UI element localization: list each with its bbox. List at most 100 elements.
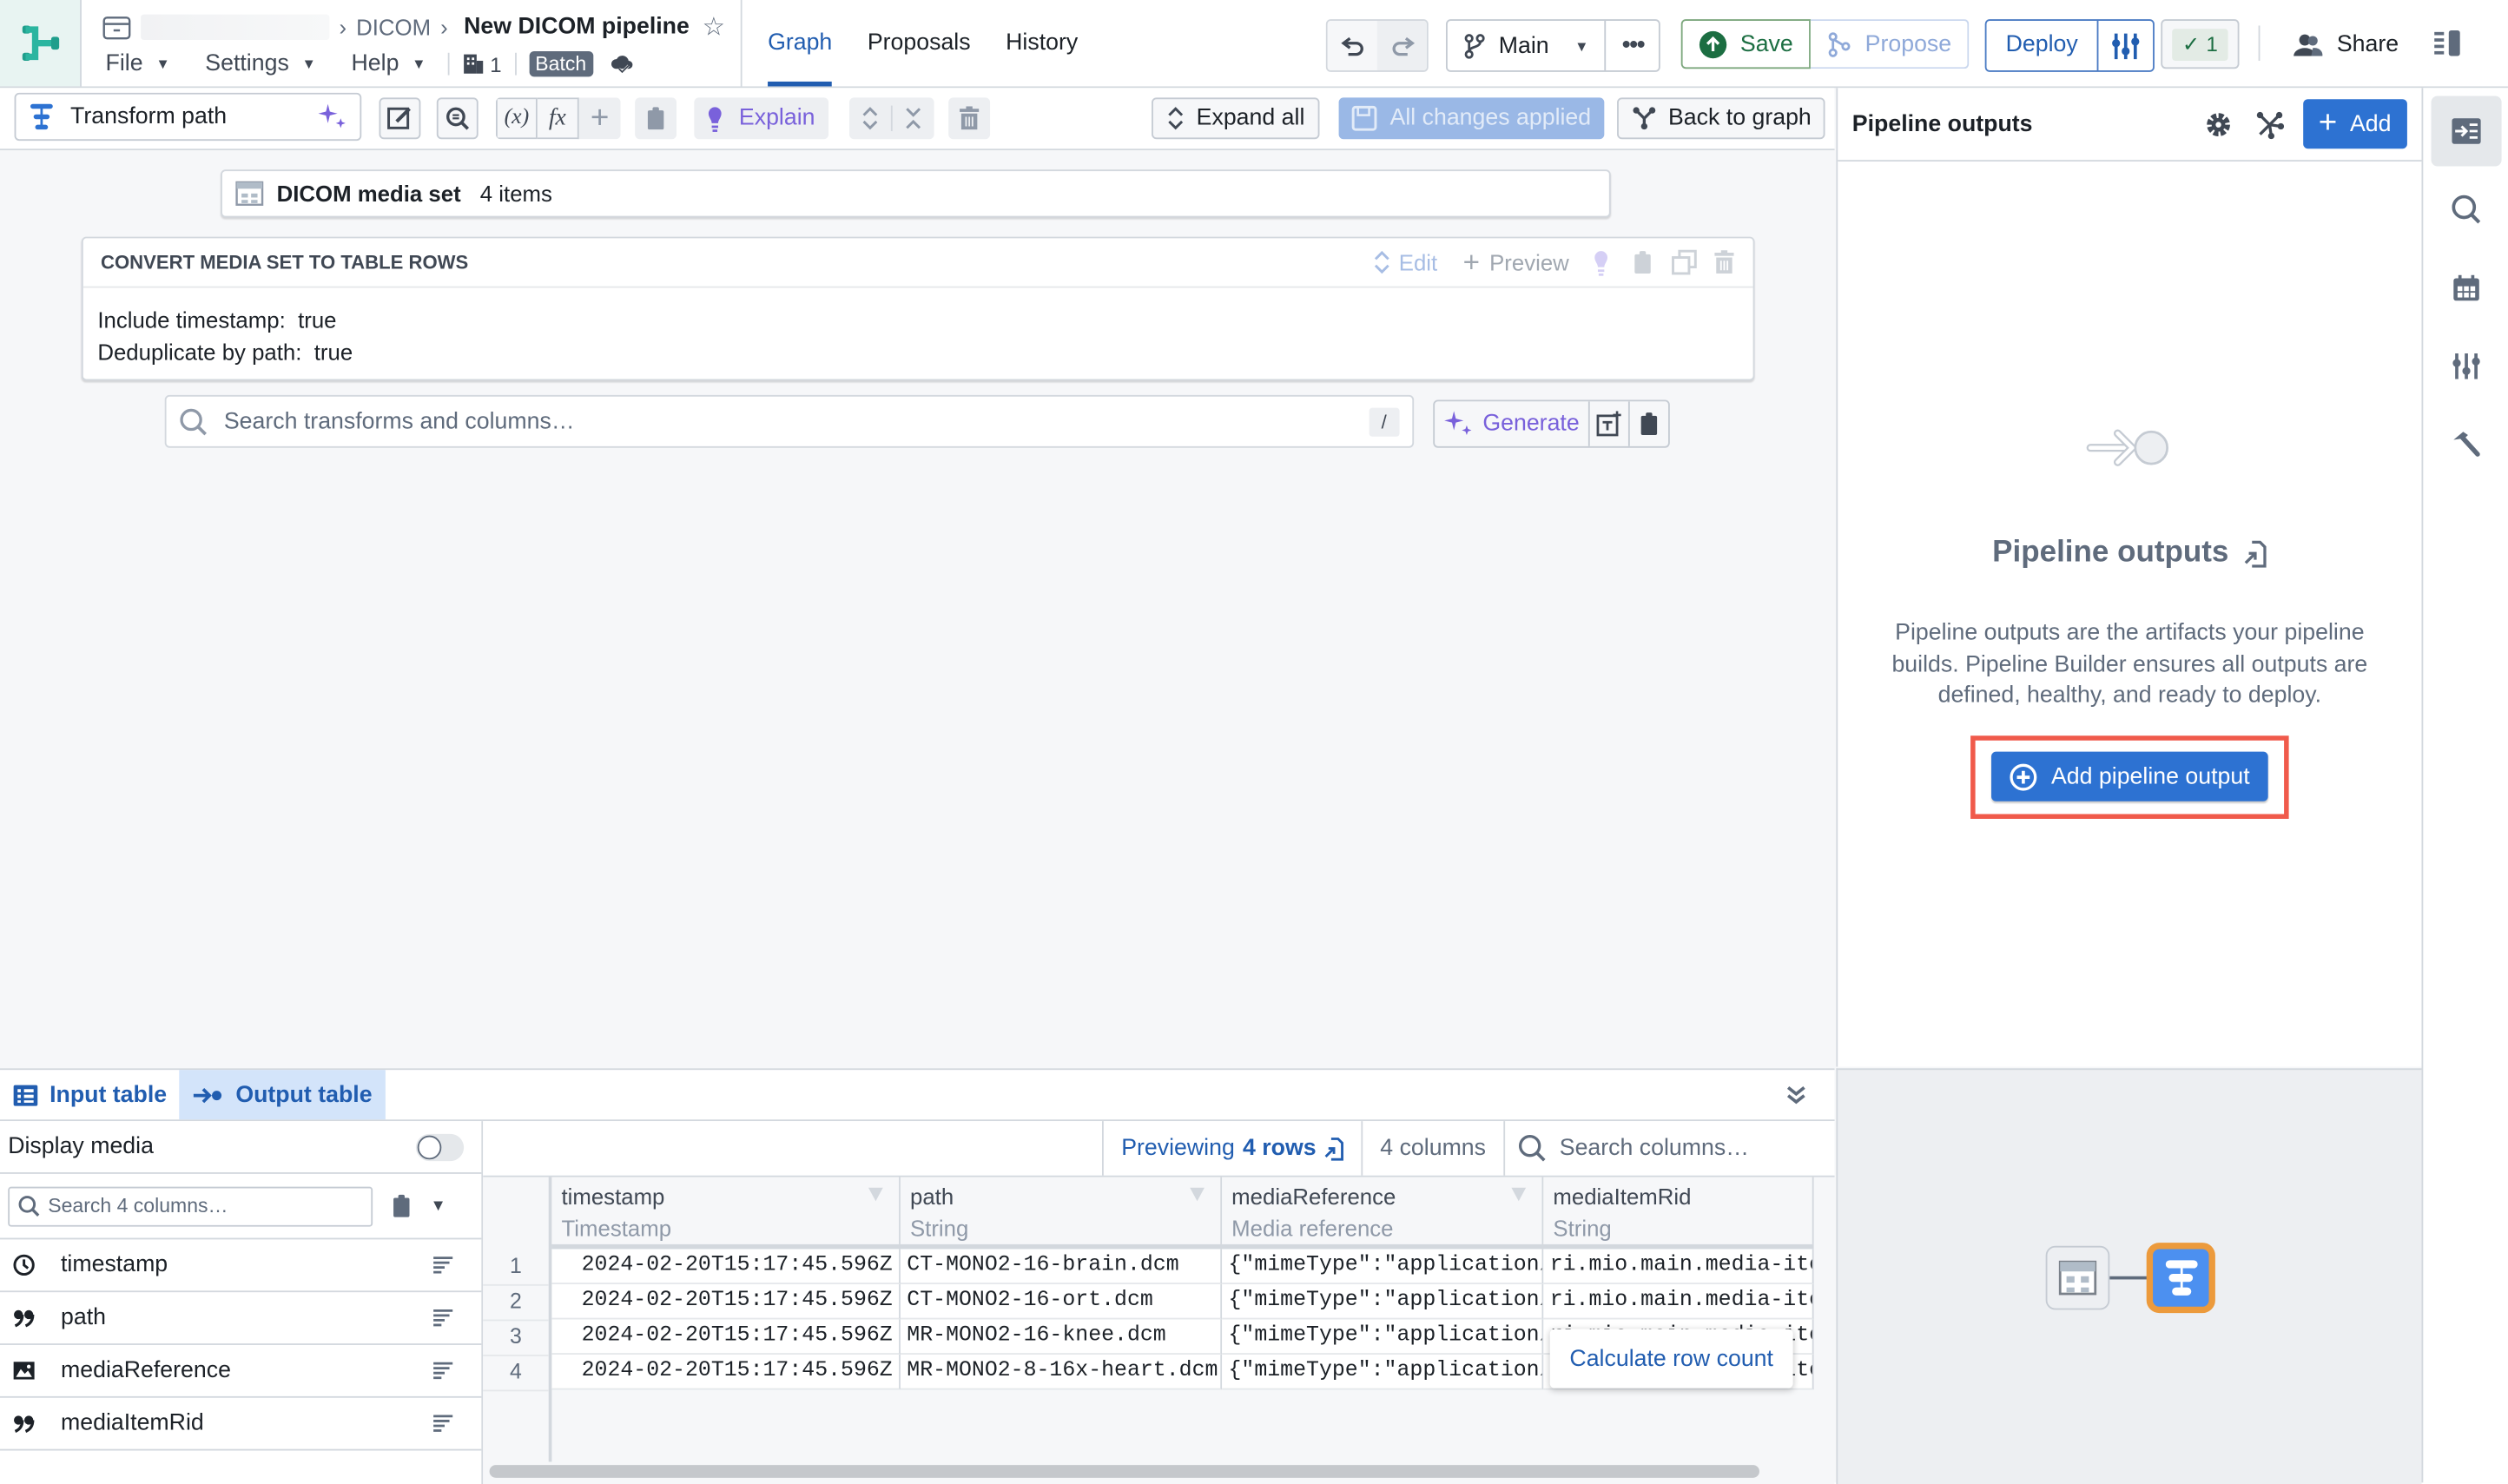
app-logo[interactable] [0, 0, 82, 87]
column-list-item[interactable]: mediaReference [0, 1345, 482, 1398]
ai-sparkle-icon[interactable] [318, 102, 347, 131]
rail-search-button[interactable] [2432, 175, 2502, 245]
table-cell[interactable]: MR-MONO2-16-knee.dcm [900, 1319, 1223, 1355]
add-button[interactable]: + [578, 97, 621, 140]
menu-settings[interactable]: Settings ▼ [205, 51, 316, 76]
panel-toggle-button[interactable] [2432, 29, 2464, 57]
variable-button[interactable]: (x) [495, 97, 538, 140]
column-list-item[interactable]: timestamp [0, 1239, 482, 1293]
search-zoom-button[interactable] [436, 97, 478, 140]
cloud-check-icon[interactable] [609, 51, 634, 76]
transform-preview-button[interactable]: + Preview [1463, 246, 1569, 280]
graph-minimap[interactable] [1836, 1068, 2422, 1484]
table-cell[interactable]: ri.mio.main.media-ite [1543, 1283, 1814, 1320]
propose-button[interactable]: Propose [1811, 19, 1970, 69]
sort-lines-icon[interactable] [432, 1256, 454, 1275]
column-header[interactable]: mediaReference Media reference [1222, 1177, 1544, 1244]
branch-selector[interactable]: Main ▼ [1448, 20, 1607, 71]
tab-proposals[interactable]: Proposals [868, 0, 971, 86]
edit-button[interactable] [379, 97, 421, 140]
table-cell[interactable]: CT-MONO2-16-brain.dcm [900, 1249, 1223, 1284]
column-list-item[interactable]: path [0, 1292, 482, 1345]
save-button[interactable]: Save [1680, 19, 1812, 69]
expand-node-button[interactable] [849, 105, 893, 132]
horizontal-scrollbar[interactable] [489, 1465, 1759, 1478]
display-media-toggle[interactable] [415, 1132, 465, 1161]
checks-button[interactable]: ✓ 1 [2161, 19, 2240, 69]
transform-edit-button[interactable]: Edit [1373, 249, 1437, 275]
table-cell[interactable]: 2024-02-20T15:17:45.596Z [551, 1249, 901, 1284]
column-header[interactable]: mediaItemRid String [1543, 1177, 1814, 1244]
sort-lines-icon[interactable] [432, 1414, 454, 1433]
tab-output-table[interactable]: Output table [179, 1070, 386, 1120]
explain-button[interactable]: Explain [694, 97, 828, 140]
gear-icon[interactable] [2203, 109, 2232, 138]
minimap-dataset-node[interactable] [2045, 1245, 2110, 1310]
batch-badge[interactable]: Batch [528, 50, 593, 77]
table-cell[interactable]: {"mimeType":"application/ [1222, 1283, 1544, 1320]
menu-help[interactable]: Help ▼ [352, 51, 426, 76]
column-list-item[interactable]: mediaItemRid [0, 1398, 482, 1451]
table-cell[interactable]: MR-MONO2-8-16x-heart.dcm [900, 1355, 1223, 1390]
table-column-search[interactable]: Search columns… [1503, 1121, 1834, 1176]
add-pipeline-output-button[interactable]: Add pipeline output [1991, 751, 2267, 801]
trash-icon[interactable] [1713, 249, 1736, 274]
tab-graph[interactable]: Graph [768, 0, 833, 87]
duplicate-icon[interactable] [1672, 249, 1697, 275]
rail-calendar-button[interactable] [2432, 253, 2502, 323]
tab-input-table[interactable]: Input table [0, 1070, 180, 1119]
table-cell[interactable]: 2024-02-20T15:17:45.596Z [551, 1283, 901, 1320]
paste-transform-button[interactable] [1631, 401, 1669, 446]
sort-lines-icon[interactable] [432, 1309, 454, 1328]
input-node-card[interactable]: DICOM media set 4 items [221, 169, 1611, 218]
table-cell[interactable]: {"mimeType":"application/ [1222, 1355, 1544, 1390]
minimap-transform-node[interactable] [2146, 1243, 2215, 1314]
lightbulb-icon[interactable] [1592, 248, 1611, 275]
clipboard-icon[interactable] [1633, 249, 1652, 274]
rail-build-button[interactable] [2432, 410, 2502, 480]
tab-history[interactable]: History [1006, 0, 1078, 86]
lineage-icon[interactable] [2254, 109, 2284, 139]
org-count[interactable]: 1 [463, 52, 502, 76]
paste-button[interactable] [635, 97, 677, 140]
function-button[interactable]: fx [537, 97, 579, 140]
deploy-button[interactable]: Deploy [1987, 20, 2099, 71]
column-search-input[interactable]: Search 4 columns… [8, 1185, 373, 1226]
star-icon[interactable]: ☆ [703, 11, 725, 43]
transform-path-input[interactable]: Transform path [14, 92, 362, 142]
all-changes-applied-button[interactable]: All changes applied [1338, 97, 1604, 140]
clipboard-icon[interactable] [392, 1193, 411, 1218]
collapse-panel-icon[interactable] [1784, 1082, 1809, 1107]
pipeline-title[interactable]: New DICOM pipeline [464, 15, 690, 40]
delete-button[interactable] [948, 97, 991, 140]
add-text-button[interactable] [1591, 401, 1631, 446]
column-header[interactable]: timestamp Timestamp [551, 1177, 901, 1244]
redo-button[interactable] [1376, 20, 1427, 71]
menu-file[interactable]: File ▼ [106, 51, 170, 76]
generate-button[interactable]: Generate [1435, 401, 1591, 446]
sort-lines-icon[interactable] [432, 1361, 454, 1380]
back-to-graph-button[interactable]: Back to graph [1617, 97, 1826, 140]
table-cell[interactable]: 2024-02-20T15:17:45.596Z [551, 1319, 901, 1355]
column-list: timestamp path mediaReference mediaItemRid [0, 1239, 482, 1451]
caret-down-icon[interactable]: ▼ [430, 1197, 446, 1215]
table-cell[interactable]: {"mimeType":"application/ [1222, 1319, 1544, 1355]
breadcrumb-item[interactable]: DICOM [356, 15, 431, 40]
deploy-settings-button[interactable] [2099, 21, 2154, 70]
share-button[interactable]: Share [2292, 19, 2399, 69]
collapse-node-button[interactable] [893, 106, 934, 131]
rail-outputs-button[interactable] [2431, 96, 2502, 167]
undo-button[interactable] [1327, 20, 1377, 71]
rail-parameters-button[interactable] [2432, 331, 2502, 401]
table-cell[interactable]: 2024-02-20T15:17:45.596Z [551, 1355, 901, 1390]
column-header[interactable]: path String [900, 1177, 1223, 1244]
expand-all-button[interactable]: Expand all [1152, 97, 1319, 140]
previewing-rows-link[interactable]: Previewing 4 rows [1102, 1121, 1361, 1176]
add-output-button[interactable]: + Add [2302, 99, 2407, 149]
more-options-button[interactable]: ••• [1607, 31, 1660, 60]
table-cell[interactable]: {"mimeType":"application/ [1222, 1249, 1544, 1284]
calculate-row-count-button[interactable]: Calculate row count [1549, 1329, 1793, 1388]
table-cell[interactable]: CT-MONO2-16-ort.dcm [900, 1283, 1223, 1320]
transform-search-input[interactable]: Search transforms and columns… / [164, 394, 1415, 448]
table-cell[interactable]: ri.mio.main.media-ite [1543, 1249, 1814, 1284]
